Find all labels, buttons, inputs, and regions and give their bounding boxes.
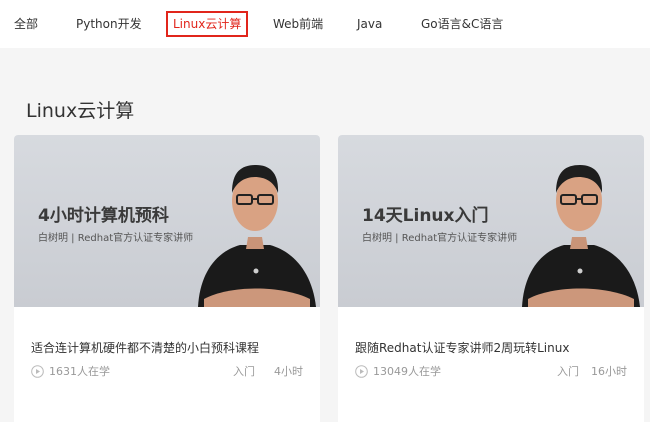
category-tabbar: 全部 Python开发 Linux云计算 Web前端 Java Go语言&C语言 <box>0 0 650 48</box>
course-level: 入门 <box>233 365 255 378</box>
course-card-2[interactable]: 14天Linux入门 白树明 | Redhat官方认证专家讲师 跟随Redhat… <box>338 135 644 422</box>
course-banner[interactable]: 4小时计算机预科 白树明 | Redhat官方认证专家讲师 <box>14 135 320 307</box>
course-card-1[interactable]: 4小时计算机预科 白树明 | Redhat官方认证专家讲师 适合连计算机硬件都不… <box>14 135 320 422</box>
course-meta: 1631人在学 入门 4小时 <box>31 364 303 380</box>
banner-title: 14天Linux入门 <box>362 206 489 226</box>
course-duration: 4小时 <box>274 365 303 378</box>
learner-count: 1631人在学 <box>49 365 110 378</box>
course-level: 入门 <box>557 365 579 378</box>
tab-all[interactable]: 全部 <box>14 11 38 37</box>
course-banner[interactable]: 14天Linux入门 白树明 | Redhat官方认证专家讲师 <box>338 135 644 307</box>
instructor-portrait <box>198 165 316 307</box>
tab-go-c[interactable]: Go语言&C语言 <box>421 11 503 37</box>
tab-web-frontend[interactable]: Web前端 <box>273 11 323 37</box>
tab-linux-cloud[interactable]: Linux云计算 <box>166 11 249 37</box>
course-meta: 13049人在学 入门 16小时 <box>355 364 627 380</box>
tab-java[interactable]: Java <box>357 11 382 37</box>
instructor-portrait <box>522 165 640 307</box>
course-title[interactable]: 跟随Redhat认证专家讲师2周玩转Linux <box>355 339 569 356</box>
tab-python[interactable]: Python开发 <box>76 11 142 37</box>
section-title: Linux云计算 <box>26 100 135 122</box>
course-title[interactable]: 适合连计算机硬件都不清楚的小白预科课程 <box>31 339 259 356</box>
play-circle-icon <box>355 365 368 378</box>
banner-subtitle: 白树明 | Redhat官方认证专家讲师 <box>362 233 518 244</box>
banner-subtitle: 白树明 | Redhat官方认证专家讲师 <box>38 233 194 244</box>
play-circle-icon <box>31 365 44 378</box>
banner-title: 4小时计算机预科 <box>38 206 169 226</box>
learner-count: 13049人在学 <box>373 365 441 378</box>
course-duration: 16小时 <box>591 365 627 378</box>
